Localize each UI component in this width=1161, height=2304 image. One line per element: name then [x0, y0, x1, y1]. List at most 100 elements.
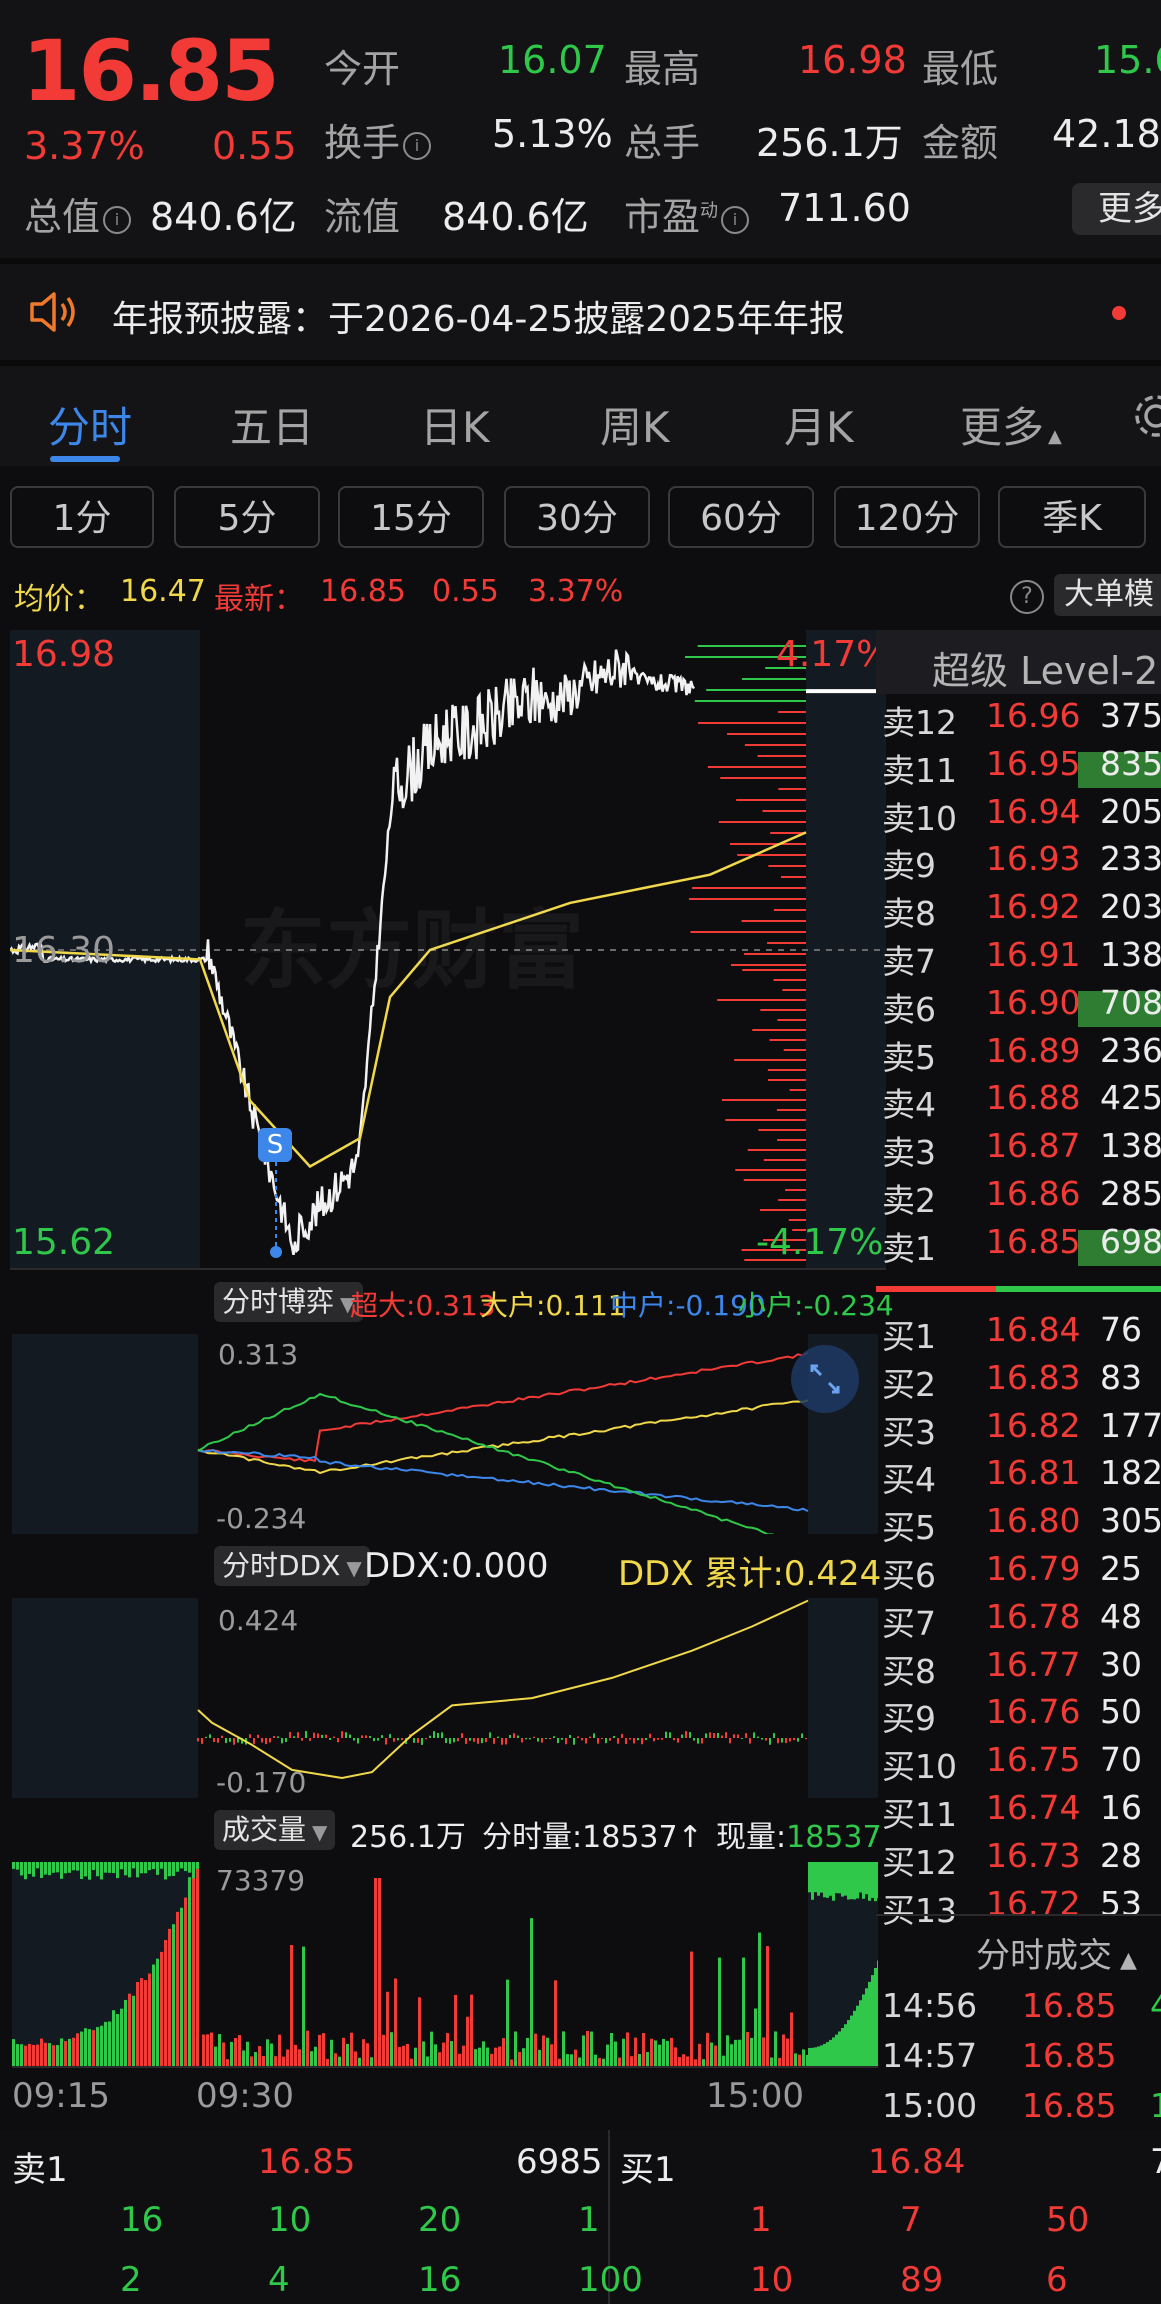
volume-bar [32, 2044, 35, 2068]
volume-bar [36, 1862, 39, 1869]
bid-level-qty: 70 [1100, 1740, 1142, 1780]
volume-bar [859, 2000, 862, 2068]
trades-title[interactable]: 分时成交 ▲ [976, 1928, 1137, 1977]
watermark: 东方财富 [240, 901, 584, 1001]
pe-value: 711.60 [778, 186, 911, 230]
bid-level-qty: 25 [1100, 1549, 1142, 1588]
volume-bar [144, 1980, 147, 2068]
period-quarter-k[interactable]: 季K [998, 486, 1146, 548]
volume-bar [306, 2030, 309, 2068]
volume-bar [104, 1862, 107, 1873]
volume-bar [794, 2053, 797, 2068]
call-auction-zone [12, 1334, 198, 1534]
volume-bar [88, 1862, 91, 1880]
info-icon[interactable]: i [103, 205, 132, 234]
volume-bar [180, 1907, 183, 2068]
announcement-bar[interactable]: 年报预披露：于2026-04-25披露2025年年报 [0, 264, 1161, 360]
trade-time: 14:56 [882, 1986, 978, 2025]
volume-bar [470, 1994, 473, 2068]
tab-monthly-k[interactable]: 月K [784, 394, 854, 455]
bid-level-label: 买1 [882, 1317, 936, 1356]
volume-bar [386, 1991, 389, 2068]
volume-bar [222, 2042, 225, 2068]
ask-level-label: 卖10 [882, 798, 957, 838]
ask-level-label: 卖4 [882, 1085, 936, 1125]
volume-bar [176, 1911, 179, 2068]
period-120m[interactable]: 120分 [834, 486, 980, 548]
gear-icon[interactable] [1130, 390, 1161, 442]
help-icon[interactable]: ? [1010, 580, 1044, 614]
big-order-mode-button[interactable]: 大单模 [1054, 574, 1161, 616]
ask-level-price: 16.91 [986, 935, 1081, 974]
volume-bar [530, 1918, 533, 2068]
volume-bar [56, 2045, 59, 2068]
period-5m[interactable]: 5分 [174, 486, 320, 548]
volume-bar [518, 2051, 521, 2068]
trade-qty: 1. [1150, 2086, 1161, 2125]
period-15m[interactable]: 15分 [338, 486, 484, 548]
more-button[interactable]: 更多 [1072, 183, 1161, 235]
low-label: 最低 [922, 47, 999, 91]
volume-bar [829, 1862, 832, 1896]
period-30m[interactable]: 30分 [504, 486, 650, 548]
info-icon[interactable]: i [403, 131, 432, 160]
ask-level-label: 卖7 [882, 942, 936, 981]
volume-bar [538, 2049, 541, 2068]
bid-level-price: 16.78 [986, 1596, 1081, 1636]
volume-chart[interactable] [12, 1862, 878, 2068]
volume-bar [76, 1862, 79, 1871]
tab-more[interactable]: 更多 ▲ [960, 394, 1062, 455]
volume-bar [820, 1862, 823, 1893]
volume-bar [314, 2046, 317, 2068]
volume-bar [160, 1862, 163, 1869]
tab-weekly-k[interactable]: 周K [600, 394, 670, 455]
volume-bar [124, 1999, 127, 2068]
volume-bar [24, 2045, 27, 2068]
queue-sell-order: 10 [268, 2200, 312, 2240]
tab-intraday[interactable]: 分时 [48, 394, 132, 455]
period-1m[interactable]: 1分 [10, 486, 154, 548]
volume-bar [832, 1862, 835, 1901]
volume-bar [868, 1981, 871, 2068]
info-icon[interactable]: i [721, 205, 750, 234]
volume-value: 256.1万 [756, 121, 903, 165]
volume-bar [454, 1994, 457, 2068]
volume-bar [502, 2038, 505, 2068]
volume-indicator-selector[interactable]: 成交量 ▼ [214, 1810, 336, 1850]
ask-level-price: 16.95 [986, 743, 1081, 783]
chart-low-label: 15.62 [12, 1222, 116, 1263]
volume-bar [494, 2047, 497, 2068]
volume-bar [258, 2046, 261, 2068]
expand-icon[interactable] [790, 1344, 860, 1414]
volume-bar [862, 1862, 865, 1899]
trade-time: 15:00 [882, 2086, 978, 2125]
game-flow-chart[interactable] [12, 1334, 878, 1534]
ask-level-qty: 236 [1100, 1030, 1161, 1070]
volume-bar [52, 2045, 55, 2068]
period-60m[interactable]: 60分 [668, 486, 814, 548]
ddx-indicator-selector[interactable]: 分时DDX ▼ [214, 1546, 370, 1586]
volume-bar [814, 1862, 817, 1893]
volume-bar [84, 2028, 87, 2068]
volume-bar [28, 2043, 31, 2068]
ddx-chart[interactable] [12, 1598, 878, 1798]
volume-bar [334, 2053, 337, 2068]
volume-bar [374, 1878, 377, 2068]
volume-bar [192, 1862, 195, 1879]
ask-level-price: 16.94 [986, 791, 1081, 831]
game-indicator-selector[interactable]: 分时博弈 ▼ [214, 1282, 364, 1322]
volume-bar [44, 1862, 47, 1875]
unread-dot [1112, 306, 1126, 320]
tab-five-day[interactable]: 五日 [230, 394, 314, 455]
volume-bar [28, 1862, 31, 1874]
bid-level-label: 买6 [882, 1556, 936, 1595]
ask-level-price: 16.90 [986, 982, 1081, 1022]
float-value: 840.6亿 [442, 195, 589, 239]
volume-bar [710, 2042, 713, 2068]
tab-daily-k[interactable]: 日K [420, 394, 490, 455]
level2-header[interactable]: 超级 Level-2 [876, 630, 1161, 694]
sell-signal-marker[interactable]: S [258, 1128, 292, 1162]
volume-bar [802, 2049, 805, 2068]
ddx-value: DDX:0.000 [364, 1546, 549, 1586]
volume-bar [290, 1945, 293, 2068]
